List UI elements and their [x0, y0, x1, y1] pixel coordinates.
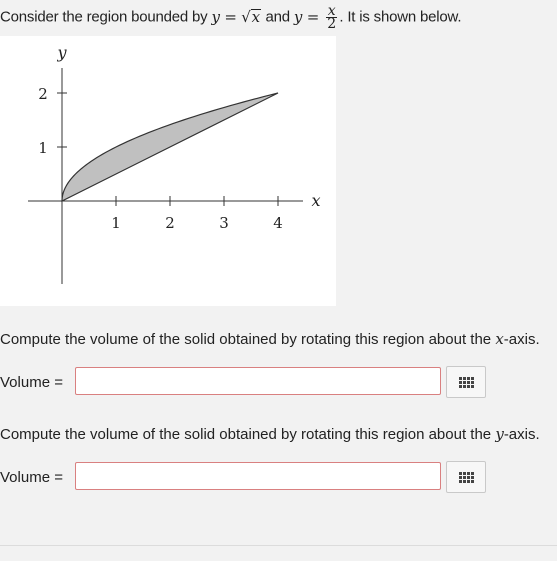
intro-prefix: Consider the region bounded by: [0, 8, 208, 26]
intro-joiner: and: [265, 8, 290, 26]
keypad-button-1[interactable]: [446, 366, 486, 398]
question-2-prefix: Compute the volume of the solid obtained…: [0, 426, 492, 443]
x-tick-label-3: 3: [219, 214, 229, 232]
volume-input-2[interactable]: [75, 462, 441, 490]
equation-sqrt: y = √x: [211, 8, 265, 26]
question-1-suffix: -axis.: [503, 331, 540, 348]
x-tick-label-4: 4: [273, 214, 283, 232]
fraction-denominator: 2: [327, 16, 336, 32]
eq1-lhs: y: [211, 7, 220, 26]
intro-suffix: . It is shown below.: [339, 8, 462, 26]
graph-panel: 1 2 3 4 1 2 y x: [0, 36, 336, 306]
question-1-var: x: [495, 330, 504, 348]
keypad-button-2[interactable]: [446, 461, 486, 493]
y-tick-label-1: 1: [38, 139, 48, 157]
volume-label-1: Volume =: [0, 374, 63, 391]
volume-input-1[interactable]: [75, 367, 441, 395]
question-1-text: Compute the volume of the solid obtained…: [0, 330, 540, 348]
grid-keypad-icon: [458, 471, 474, 483]
shaded-region: [61, 92, 279, 202]
y-tick-label-2: 2: [38, 85, 48, 103]
volume-label-2: Volume =: [0, 469, 63, 486]
eq1-radicand: x: [250, 7, 261, 26]
eq1-op: =: [224, 7, 237, 26]
eq2-lhs: y: [293, 7, 303, 26]
x-tick-label-2: 2: [165, 214, 175, 232]
question-1-prefix: Compute the volume of the solid obtained…: [0, 331, 492, 348]
region-graph: 1 2 3 4 1 2 y x: [28, 43, 321, 284]
grid-keypad-icon: [458, 376, 474, 388]
problem-intro: Consider the region bounded by y = √x an…: [0, 4, 462, 31]
x-tick-label-1: 1: [111, 214, 121, 232]
question-2-var: y: [495, 425, 504, 443]
question-2-text: Compute the volume of the solid obtained…: [0, 425, 540, 443]
x-axis-label: x: [311, 191, 320, 210]
sqrt-sign: √: [241, 7, 251, 26]
question-2-suffix: -axis.: [503, 426, 540, 443]
eq2-op: =: [306, 7, 320, 26]
y-axis-label: y: [56, 43, 67, 62]
bottom-divider: [0, 545, 557, 546]
equation-line: y = x 2: [293, 4, 340, 31]
fraction: x 2: [325, 4, 338, 32]
